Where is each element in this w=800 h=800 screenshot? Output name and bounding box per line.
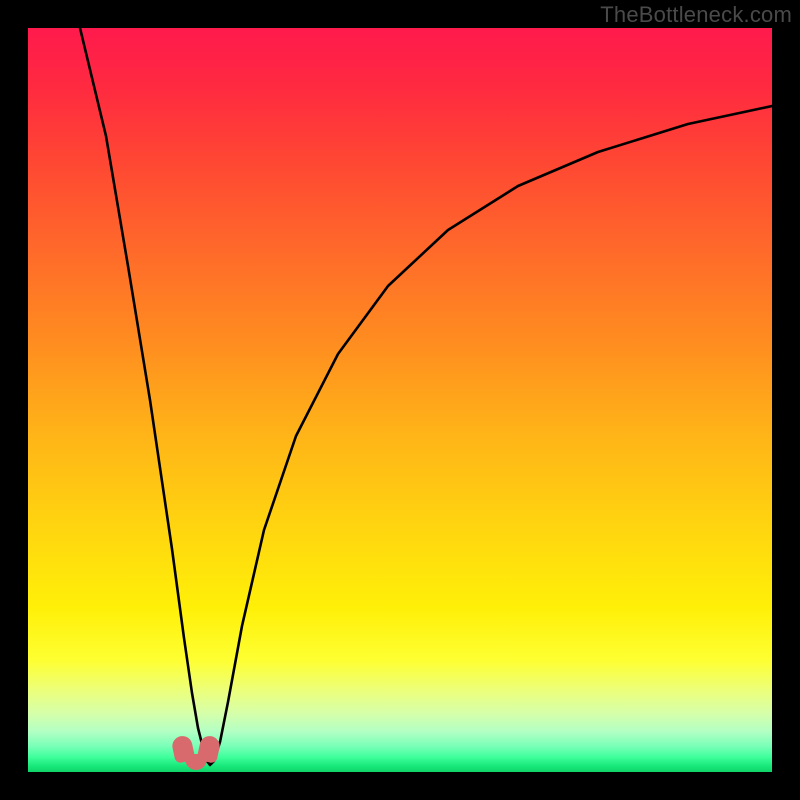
watermark-text: TheBottleneck.com <box>600 2 792 28</box>
bottleneck-curve <box>28 28 772 772</box>
chart-frame <box>28 28 772 772</box>
